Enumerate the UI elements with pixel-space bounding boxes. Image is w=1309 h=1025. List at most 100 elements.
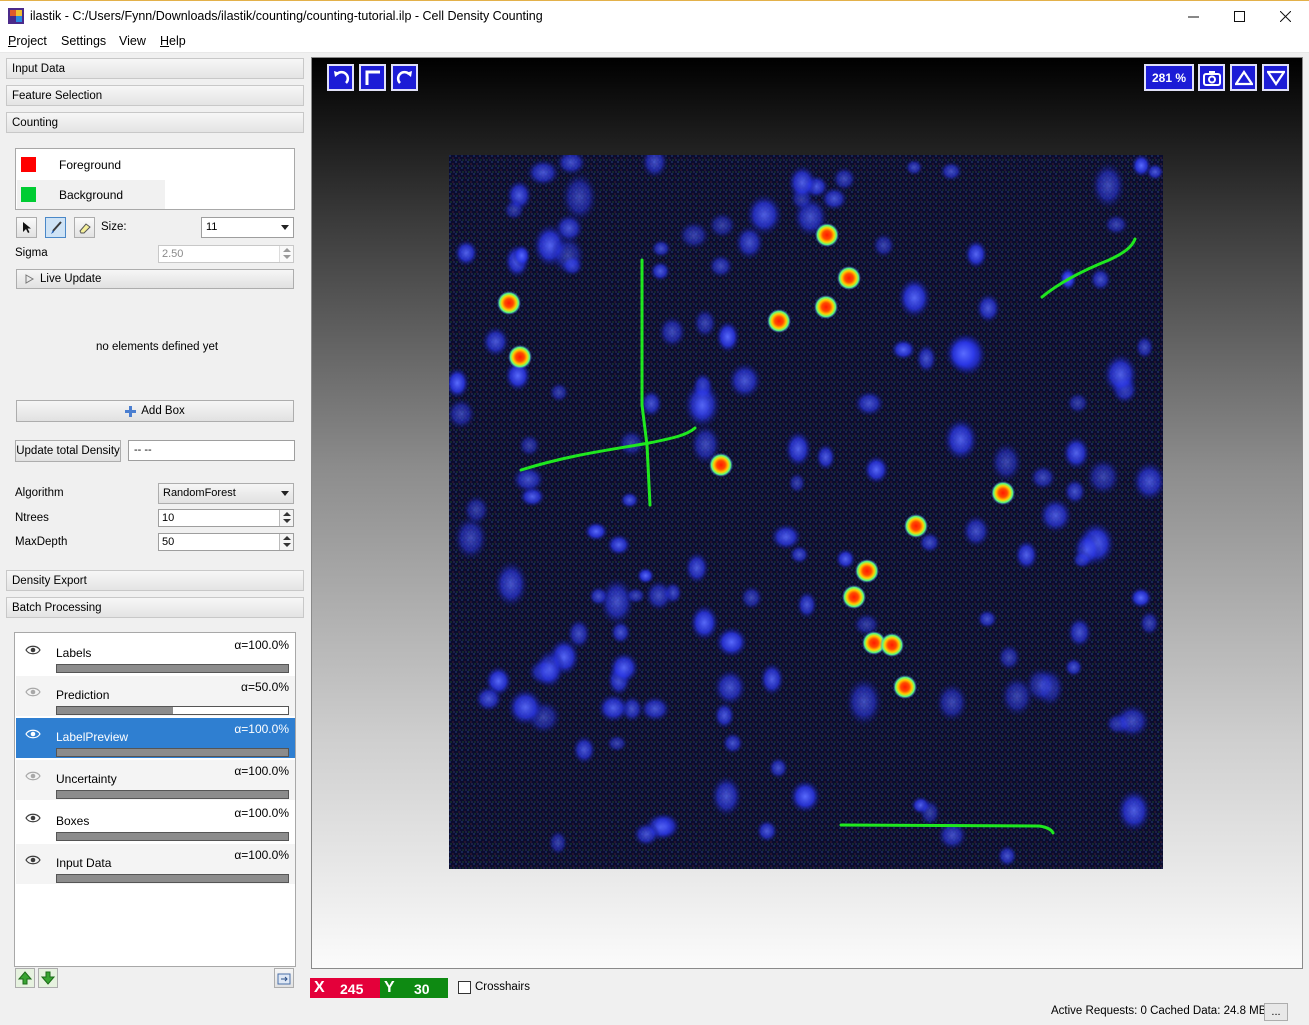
eye-icon[interactable] xyxy=(25,771,41,781)
cell-blob xyxy=(787,164,817,201)
cell-image-canvas[interactable] xyxy=(449,155,1163,869)
eye-icon[interactable] xyxy=(25,729,41,739)
opacity-fill xyxy=(57,665,288,672)
applet-feature-selection[interactable]: Feature Selection xyxy=(6,85,304,106)
layer-row-labelpreview[interactable]: LabelPreview α=100.0% xyxy=(16,718,295,758)
update-total-density-button[interactable]: Update total Density xyxy=(15,440,121,462)
zoom-level-badge[interactable]: 281 % xyxy=(1144,64,1194,91)
rotate-left-button[interactable] xyxy=(327,64,354,91)
layer-opacity-slider[interactable] xyxy=(56,832,289,841)
add-box-button[interactable]: Add Box xyxy=(16,400,294,422)
close-button[interactable] xyxy=(1262,1,1308,31)
layer-opacity-slider[interactable] xyxy=(56,790,289,799)
paintbrush-icon xyxy=(50,220,62,234)
foreground-marker xyxy=(709,453,733,477)
cell-blob xyxy=(815,443,836,471)
slice-up-button[interactable] xyxy=(1230,64,1257,91)
cell-blob xyxy=(915,343,937,374)
update-density-label: Update total Density xyxy=(16,445,120,457)
layer-opacity-slider[interactable] xyxy=(56,874,289,883)
sigma-spinbox[interactable]: 2.50 xyxy=(158,245,294,263)
cell-blob xyxy=(639,695,671,723)
cell-blob xyxy=(976,609,998,629)
navigation-tool-button[interactable] xyxy=(16,217,37,238)
applet-batch-processing[interactable]: Batch Processing xyxy=(6,597,304,618)
applet-density-export[interactable]: Density Export xyxy=(6,570,304,591)
menu-settings[interactable]: Settings xyxy=(61,34,106,48)
menu-project[interactable]: Project xyxy=(8,34,47,48)
layer-row-prediction[interactable]: Prediction α=50.0% xyxy=(16,676,295,716)
swap-axes-icon xyxy=(365,70,380,85)
cell-blob xyxy=(453,239,479,267)
applet-input-data[interactable]: Input Data xyxy=(6,58,304,79)
cell-blob xyxy=(1014,539,1039,571)
sigma-stepper[interactable] xyxy=(279,246,293,262)
move-layer-down-button[interactable] xyxy=(38,968,58,988)
ntrees-spinbox[interactable]: 10 xyxy=(158,509,294,527)
algorithm-select[interactable]: RandomForest xyxy=(158,483,294,504)
brush-size-select[interactable]: 11 xyxy=(201,217,294,238)
layer-row-input-data[interactable]: Input Data α=100.0% xyxy=(16,844,295,884)
cell-blob xyxy=(649,261,671,282)
crosshairs-checkbox[interactable] xyxy=(458,981,471,994)
screenshot-button[interactable] xyxy=(1198,64,1225,91)
layer-row-labels[interactable]: Labels α=100.0% xyxy=(16,634,295,674)
cell-blob xyxy=(853,390,885,417)
label-row-foreground[interactable]: Foreground xyxy=(17,150,165,179)
image-viewer[interactable]: 281 % xyxy=(311,57,1303,969)
swap-axes-button[interactable] xyxy=(359,64,386,91)
sigma-label: Sigma xyxy=(15,247,48,259)
label-row-background[interactable]: Background xyxy=(17,180,165,209)
layer-name: Input Data xyxy=(56,856,112,870)
ntrees-stepper[interactable] xyxy=(279,510,293,526)
eye-icon[interactable] xyxy=(25,645,41,655)
eraser-tool-button[interactable] xyxy=(74,217,95,238)
layer-row-boxes[interactable]: Boxes α=100.0% xyxy=(16,802,295,842)
cell-blob xyxy=(1062,435,1091,471)
background-color-swatch[interactable] xyxy=(21,187,36,202)
cell-blob xyxy=(1029,464,1057,491)
eraser-icon xyxy=(78,222,91,233)
cell-blob xyxy=(1089,267,1112,292)
brush-tool-button[interactable] xyxy=(45,217,66,238)
cell-blob xyxy=(863,455,890,485)
foreground-marker xyxy=(497,291,521,315)
status-more-button[interactable]: ... xyxy=(1264,1003,1288,1021)
layer-list: Labels α=100.0% Prediction α=50.0% LabelPrev… xyxy=(14,632,296,967)
cell-blob xyxy=(1066,616,1093,648)
menu-view[interactable]: View xyxy=(119,34,146,48)
cell-blob xyxy=(511,465,545,494)
cell-blob xyxy=(1138,610,1160,636)
foreground-marker xyxy=(855,559,879,583)
layer-opacity-slider[interactable] xyxy=(56,748,289,757)
maxdepth-spinbox[interactable]: 50 xyxy=(158,533,294,551)
layer-row-uncertainty[interactable]: Uncertainty α=100.0% xyxy=(16,760,295,800)
maximize-button[interactable] xyxy=(1216,1,1262,31)
rotate-right-button[interactable] xyxy=(391,64,418,91)
cell-blob xyxy=(904,159,924,176)
move-layer-up-button[interactable] xyxy=(15,968,35,988)
applet-counting[interactable]: Counting xyxy=(6,112,304,133)
eye-icon[interactable] xyxy=(25,855,41,865)
minimize-button[interactable] xyxy=(1170,1,1216,31)
cell-blob xyxy=(684,551,710,585)
menu-help[interactable]: Help xyxy=(160,34,186,48)
layer-export-button[interactable] xyxy=(274,968,294,988)
slice-down-button[interactable] xyxy=(1262,64,1289,91)
cell-blob xyxy=(990,442,1023,483)
cell-blob xyxy=(845,676,883,727)
cell-blob xyxy=(512,244,531,267)
layer-opacity-slider[interactable] xyxy=(56,706,289,715)
maxdepth-stepper[interactable] xyxy=(279,534,293,550)
layer-opacity-slider[interactable] xyxy=(56,664,289,673)
live-update-toggle[interactable]: Live Update xyxy=(16,269,294,289)
eye-icon[interactable] xyxy=(25,813,41,823)
cell-blob xyxy=(943,417,979,462)
total-density-field: -- -- xyxy=(128,440,295,461)
cell-blob xyxy=(1063,478,1087,505)
eye-icon[interactable] xyxy=(25,687,41,697)
arrow-up-icon xyxy=(18,971,32,985)
foreground-color-swatch[interactable] xyxy=(21,157,36,172)
cell-blob xyxy=(683,380,722,429)
cell-blob xyxy=(493,560,529,608)
